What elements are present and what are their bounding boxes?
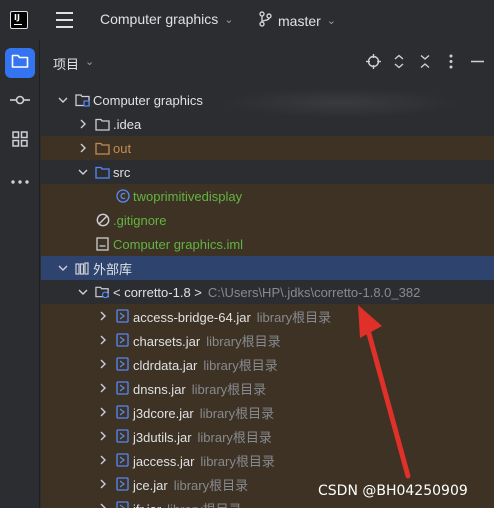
tree-row[interactable]: 外部库 xyxy=(41,256,494,280)
chevron-right-icon[interactable] xyxy=(97,382,109,394)
tree-row-label: Computer graphics xyxy=(93,92,203,108)
collapse-all-icon[interactable] xyxy=(416,52,434,70)
tree-row-label: dnsns.jar library根目录 xyxy=(133,381,267,397)
more-tools-button[interactable] xyxy=(5,166,35,196)
minimize-icon[interactable] xyxy=(468,52,486,70)
library-icon xyxy=(75,261,90,275)
tree-row-label: 外部库 xyxy=(93,261,133,277)
class-icon xyxy=(115,189,130,203)
tree-row[interactable]: .idea xyxy=(41,112,494,136)
tree-row[interactable]: src xyxy=(41,160,494,184)
tool-window-strip xyxy=(0,40,40,508)
tree-row-label: < corretto-1.8 > C:\Users\HP\.jdks\corret… xyxy=(113,284,421,300)
app-logo-icon[interactable]: IJ xyxy=(10,11,28,29)
tree-row-hint: library根目录 xyxy=(203,357,278,373)
tree-row-hint: library根目录 xyxy=(200,453,275,469)
chevron-right-icon[interactable] xyxy=(97,310,109,322)
chevron-right-icon[interactable] xyxy=(97,406,109,418)
ignore-file-icon xyxy=(95,213,110,227)
project-switcher[interactable]: Computer graphics ⌄ xyxy=(100,11,234,27)
jar-icon xyxy=(115,333,130,347)
tree-row-hint: library根目录 xyxy=(197,429,272,445)
jar-icon xyxy=(115,453,130,467)
tree-row-label: out xyxy=(113,140,132,156)
chevron-right-icon[interactable] xyxy=(97,454,109,466)
jdk-folder-icon xyxy=(95,285,110,299)
tree-row-hint: library根目录 xyxy=(256,309,332,325)
source-folder-icon xyxy=(95,165,110,179)
structure-icon xyxy=(11,130,29,153)
commit-tool-button[interactable] xyxy=(5,87,35,117)
more-icon xyxy=(10,172,30,190)
tree-row-hint: library根目录 xyxy=(167,502,241,508)
project-name: Computer graphics xyxy=(100,11,219,27)
panel-header: 项目 ⌄ xyxy=(41,40,494,84)
title-bar: IJ Computer graphics ⌄ master ⌄ xyxy=(0,0,494,40)
chevron-right-icon[interactable] xyxy=(97,334,109,346)
iml-file-icon xyxy=(95,237,110,251)
tree-row[interactable]: Computer graphics xyxy=(41,88,494,112)
jar-icon xyxy=(115,477,130,491)
jar-icon xyxy=(115,501,130,508)
tree-row-hint: library根目录 xyxy=(173,477,249,493)
tree-row-label: access-bridge-64.jar library根目录 xyxy=(133,309,332,325)
expand-all-icon[interactable] xyxy=(390,52,408,70)
tree-row-label: jaccess.jar library根目录 xyxy=(133,453,275,469)
tree-row-label: j3dcore.jar library根目录 xyxy=(133,405,275,421)
chevron-down-icon[interactable] xyxy=(77,166,89,178)
branch-switcher[interactable]: master ⌄ xyxy=(258,11,336,30)
structure-tool-button[interactable] xyxy=(5,126,35,156)
main-menu-icon[interactable] xyxy=(56,12,73,28)
branch-name: master xyxy=(278,12,321,29)
tree-row-label: src xyxy=(113,164,131,180)
chevron-right-icon[interactable] xyxy=(97,502,109,508)
options-icon[interactable] xyxy=(442,52,460,70)
chevron-down-icon: ⌄ xyxy=(224,12,234,26)
commit-icon xyxy=(10,93,30,112)
chevron-down-icon[interactable]: ⌄ xyxy=(85,55,94,68)
tree-row-hint: C:\Users\HP\.jdks\corretto-1.8.0_382 xyxy=(207,284,421,300)
locate-icon[interactable] xyxy=(364,52,382,70)
tree-row-label: cldrdata.jar library根目录 xyxy=(133,357,278,373)
watermark: CSDN @BH04250909 xyxy=(318,483,468,499)
tree-row[interactable]: twoprimitivedisplay xyxy=(41,184,494,208)
chevron-down-icon[interactable] xyxy=(57,262,69,274)
jar-icon xyxy=(115,405,130,419)
tree-row-label: jce.jar library根目录 xyxy=(133,477,249,493)
tree-row-label: .gitignore xyxy=(113,212,167,228)
chevron-right-icon[interactable] xyxy=(97,430,109,442)
jar-icon xyxy=(115,381,130,395)
project-tool-button[interactable] xyxy=(5,48,35,78)
excluded-folder-icon xyxy=(95,141,110,155)
tree-row[interactable]: Computer graphics.iml xyxy=(41,232,494,256)
tree-row[interactable]: .gitignore xyxy=(41,208,494,232)
tree-row-hint: library根目录 xyxy=(191,381,267,397)
tree-row-hint: library根目录 xyxy=(199,405,275,421)
jar-icon xyxy=(115,357,130,371)
branch-icon xyxy=(258,11,272,30)
chevron-right-icon[interactable] xyxy=(77,142,89,154)
folder-icon xyxy=(95,117,110,131)
chevron-down-icon[interactable] xyxy=(57,94,69,106)
project-folder-icon xyxy=(75,93,90,107)
folder-icon xyxy=(11,53,29,74)
tree-row-label: .idea xyxy=(113,116,142,132)
chevron-right-icon[interactable] xyxy=(97,358,109,370)
tree-row-label: Computer graphics.iml xyxy=(113,236,244,252)
chevron-down-icon: ⌄ xyxy=(326,14,337,27)
tree-row-label: j3dutils.jar library根目录 xyxy=(133,429,272,445)
chevron-right-icon[interactable] xyxy=(77,118,89,130)
chevron-down-icon[interactable] xyxy=(77,286,89,298)
tree-row-label: twoprimitivedisplay xyxy=(133,188,243,204)
annotation-arrow-icon xyxy=(358,305,411,479)
tree-row-label: jfr.jarlibrary根目录 xyxy=(133,499,242,508)
tree-row-hint: library根目录 xyxy=(206,333,281,349)
jar-icon xyxy=(115,309,130,323)
panel-title[interactable]: 项目 xyxy=(53,54,79,73)
tree-row[interactable]: out xyxy=(41,136,494,160)
jar-icon xyxy=(115,429,130,443)
chevron-right-icon[interactable] xyxy=(97,478,109,490)
tree-row-label: charsets.jar library根目录 xyxy=(133,333,281,349)
